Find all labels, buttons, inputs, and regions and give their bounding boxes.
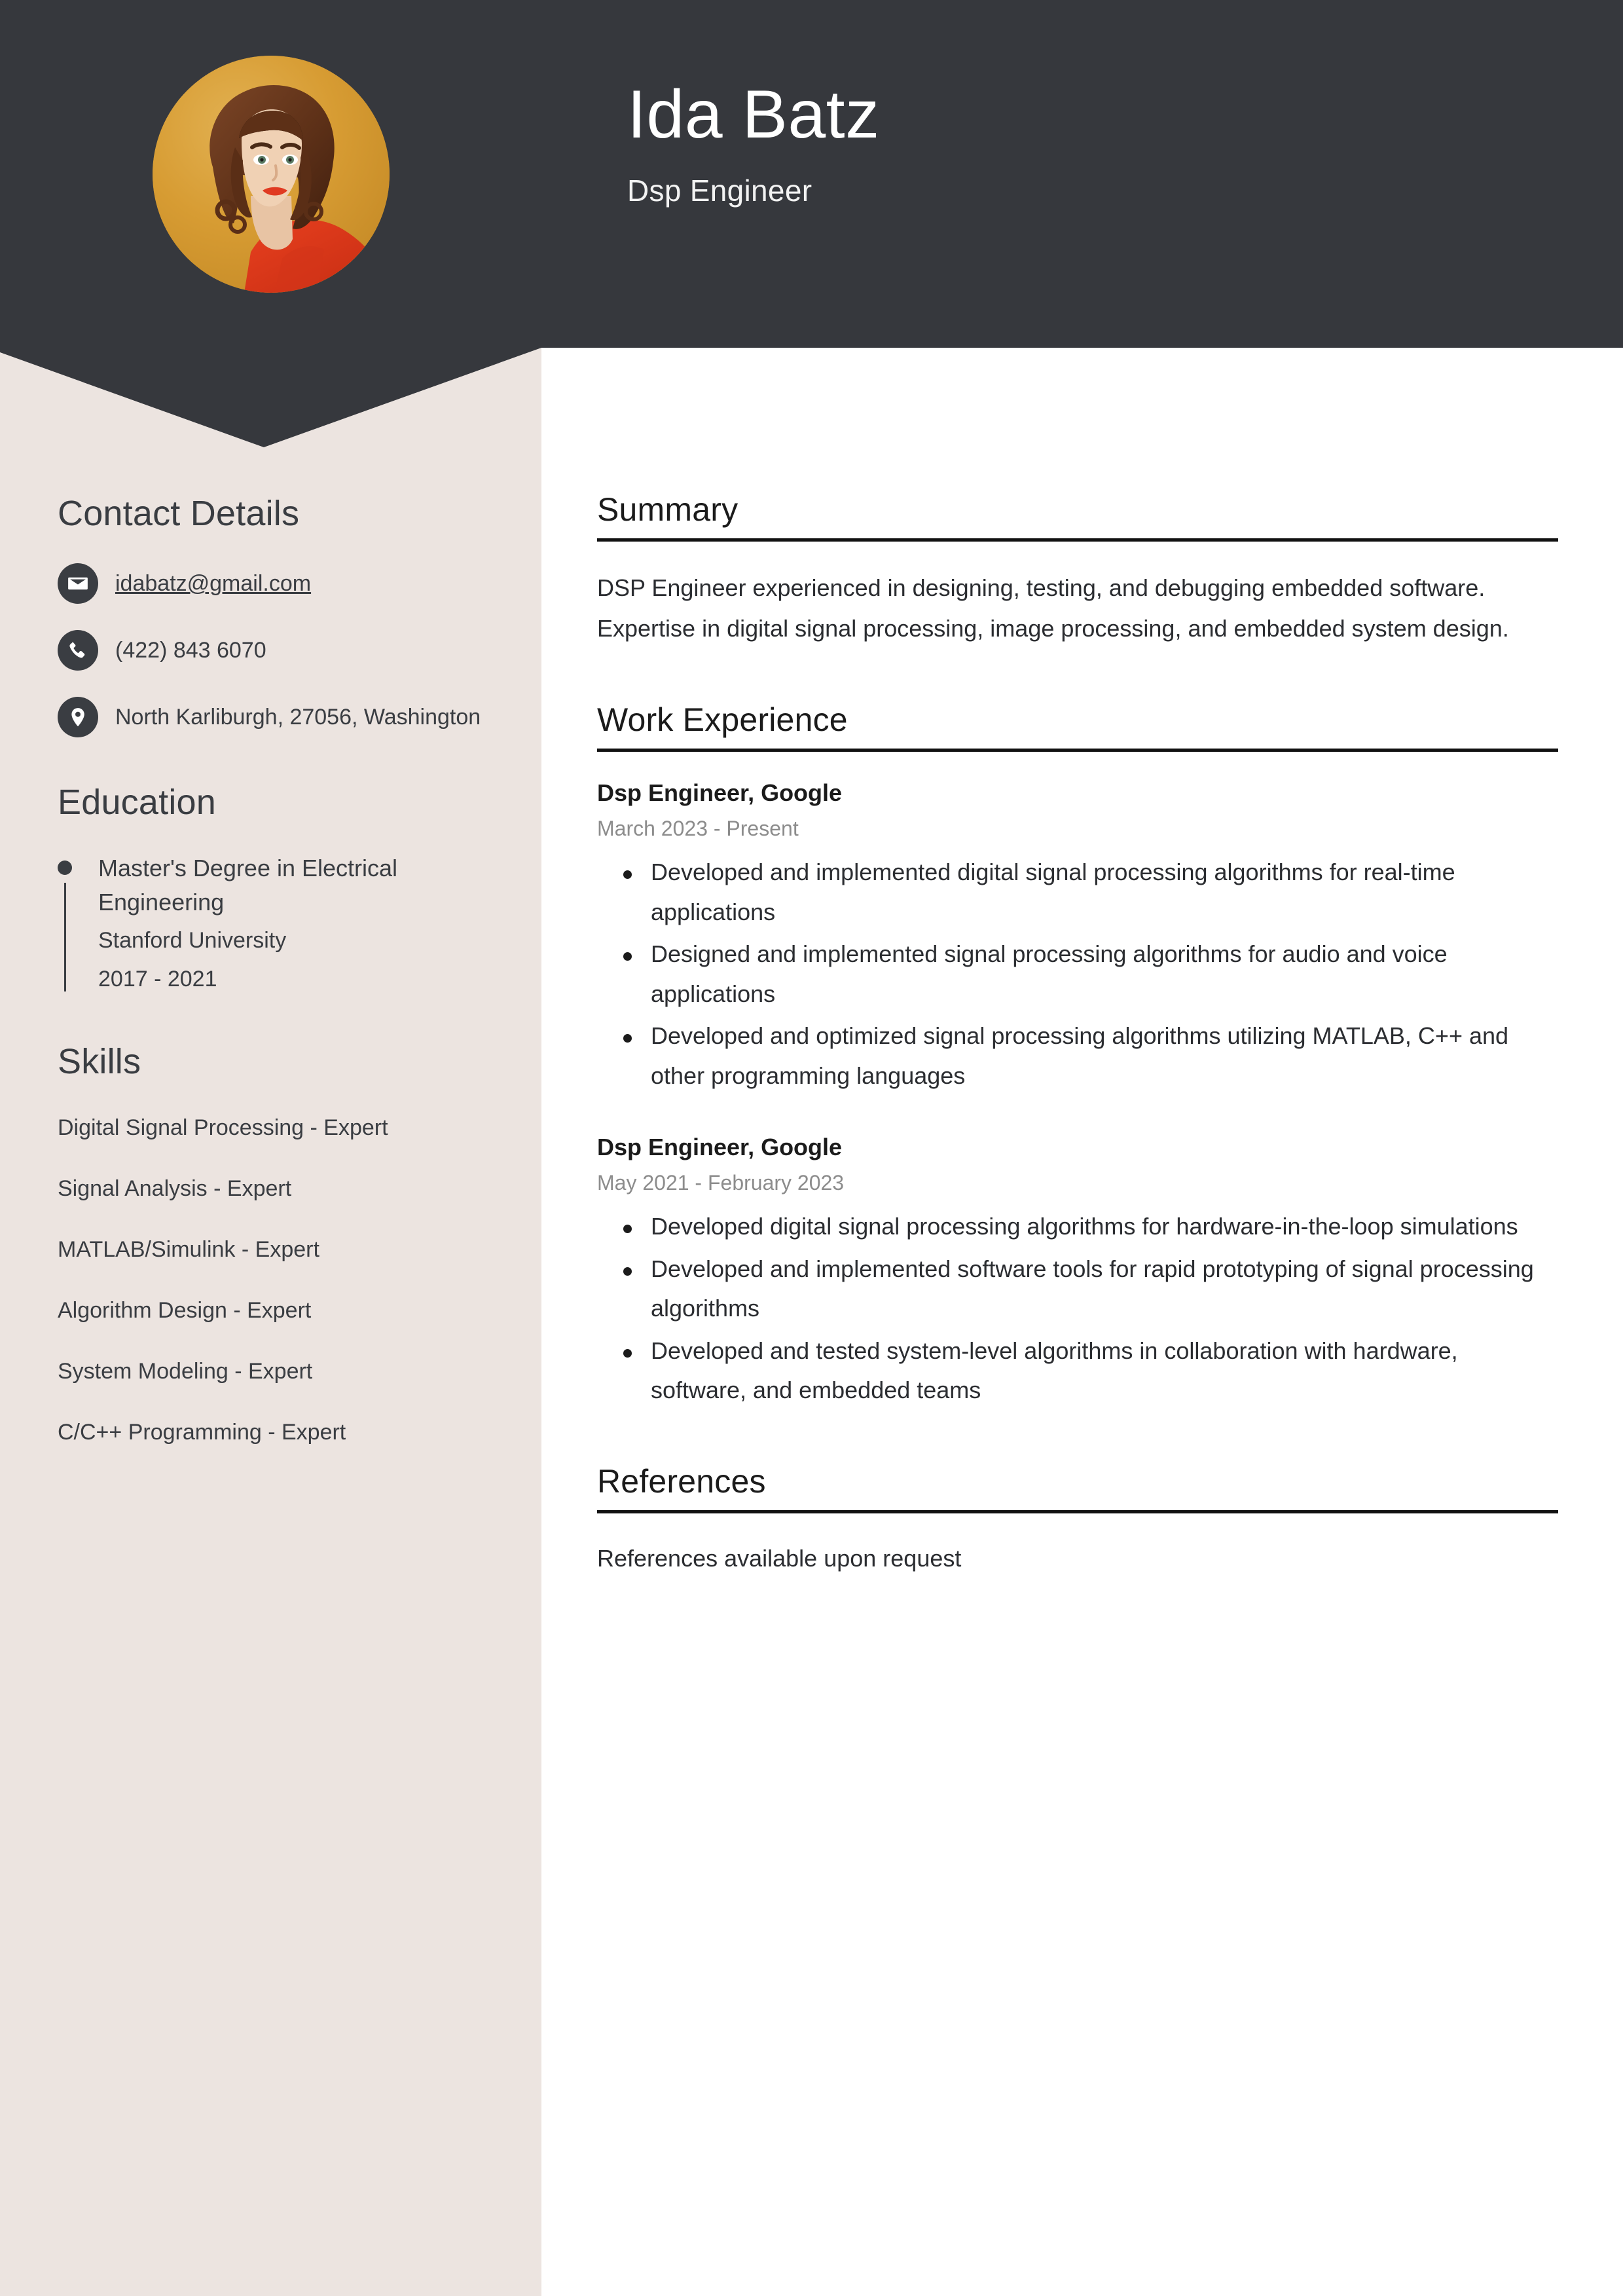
page-title: Ida Batz xyxy=(627,77,880,153)
timeline-dot-icon xyxy=(58,860,72,875)
section-divider xyxy=(597,748,1558,752)
contact-email-value[interactable]: idabatz@gmail.com xyxy=(115,562,311,602)
education-section: Education Master's Degree in Electrical … xyxy=(58,783,490,996)
sidebar-content: Contact Details idabatz@gmail.com (422) … xyxy=(58,494,490,1496)
education-item: Master's Degree in Electrical Engineerin… xyxy=(58,851,490,997)
contact-details-heading: Contact Details xyxy=(58,494,300,533)
job-bullet-list: Developed digital signal processing algo… xyxy=(597,1207,1558,1410)
phone-icon xyxy=(58,630,98,671)
section-divider xyxy=(597,1509,1558,1513)
job-bullet: Developed digital signal processing algo… xyxy=(623,1207,1558,1246)
job-bullet: Developed and implemented digital signal… xyxy=(623,853,1558,932)
work-experience-entry: Dsp Engineer, Google March 2023 - Presen… xyxy=(597,778,1558,1096)
summary-section: Summary DSP Engineer experienced in desi… xyxy=(597,490,1558,649)
references-heading: References xyxy=(597,1462,766,1500)
skill-item: C/C++ Programming - Expert xyxy=(58,1420,346,1445)
summary-text: DSP Engineer experienced in designing, t… xyxy=(597,574,1509,642)
job-bullet-list: Developed and implemented digital signal… xyxy=(597,853,1558,1096)
skill-item: Signal Analysis - Expert xyxy=(58,1176,292,1201)
contact-details-section: Contact Details idabatz@gmail.com (422) … xyxy=(58,494,490,738)
header-job-title: Dsp Engineer xyxy=(627,174,812,208)
contact-phone-value[interactable]: (422) 843 6070 xyxy=(115,629,266,669)
section-divider xyxy=(597,538,1558,542)
timeline-line xyxy=(64,882,66,991)
job-bullet: Developed and optimized signal processin… xyxy=(623,1016,1558,1096)
contact-item-address: North Karliburgh, 27056, Washington xyxy=(58,695,490,738)
work-experience-entry: Dsp Engineer, Google May 2021 - February… xyxy=(597,1132,1558,1411)
job-bullet: Developed and implemented software tools… xyxy=(623,1250,1558,1329)
work-experience-heading: Work Experience xyxy=(597,701,848,738)
education-degree: Master's Degree in Electrical Engineerin… xyxy=(98,854,398,916)
skill-item: Algorithm Design - Expert xyxy=(58,1298,312,1324)
resume-page: Ida Batz Dsp Engineer Contact Details id… xyxy=(0,0,1623,2296)
skill-item: Digital Signal Processing - Expert xyxy=(58,1115,388,1140)
job-bullet: Designed and implemented signal processi… xyxy=(623,935,1558,1014)
header-identity: Ida Batz Dsp Engineer xyxy=(627,79,880,209)
summary-heading: Summary xyxy=(597,491,739,528)
work-experience-section: Work Experience Dsp Engineer, Google Mar… xyxy=(597,700,1558,1411)
references-text: References available upon request xyxy=(597,1544,962,1572)
envelope-icon xyxy=(58,563,98,604)
education-dates: 2017 - 2021 xyxy=(98,966,217,991)
skills-section: Skills Digital Signal Processing - Exper… xyxy=(58,1041,490,1451)
skill-item: System Modeling - Expert xyxy=(58,1359,313,1384)
job-title: Dsp Engineer, Google xyxy=(597,1134,843,1161)
map-pin-icon xyxy=(58,697,98,738)
skills-heading: Skills xyxy=(58,1041,141,1081)
job-dates: May 2021 - February 2023 xyxy=(597,1170,845,1194)
contact-item-phone[interactable]: (422) 843 6070 xyxy=(58,629,490,671)
education-heading: Education xyxy=(58,783,216,823)
job-dates: March 2023 - Present xyxy=(597,816,799,840)
job-bullet: Developed and tested system-level algori… xyxy=(623,1331,1558,1411)
main-content: Summary DSP Engineer experienced in desi… xyxy=(597,490,1558,1628)
job-title: Dsp Engineer, Google xyxy=(597,779,843,806)
education-school: Stanford University xyxy=(98,928,287,954)
contact-address-value: North Karliburgh, 27056, Washington xyxy=(115,705,481,730)
skill-item: MATLAB/Simulink - Expert xyxy=(58,1237,319,1263)
avatar xyxy=(153,56,390,293)
contact-item-email[interactable]: idabatz@gmail.com xyxy=(58,562,490,604)
references-section: References References available upon req… xyxy=(597,1462,1558,1578)
